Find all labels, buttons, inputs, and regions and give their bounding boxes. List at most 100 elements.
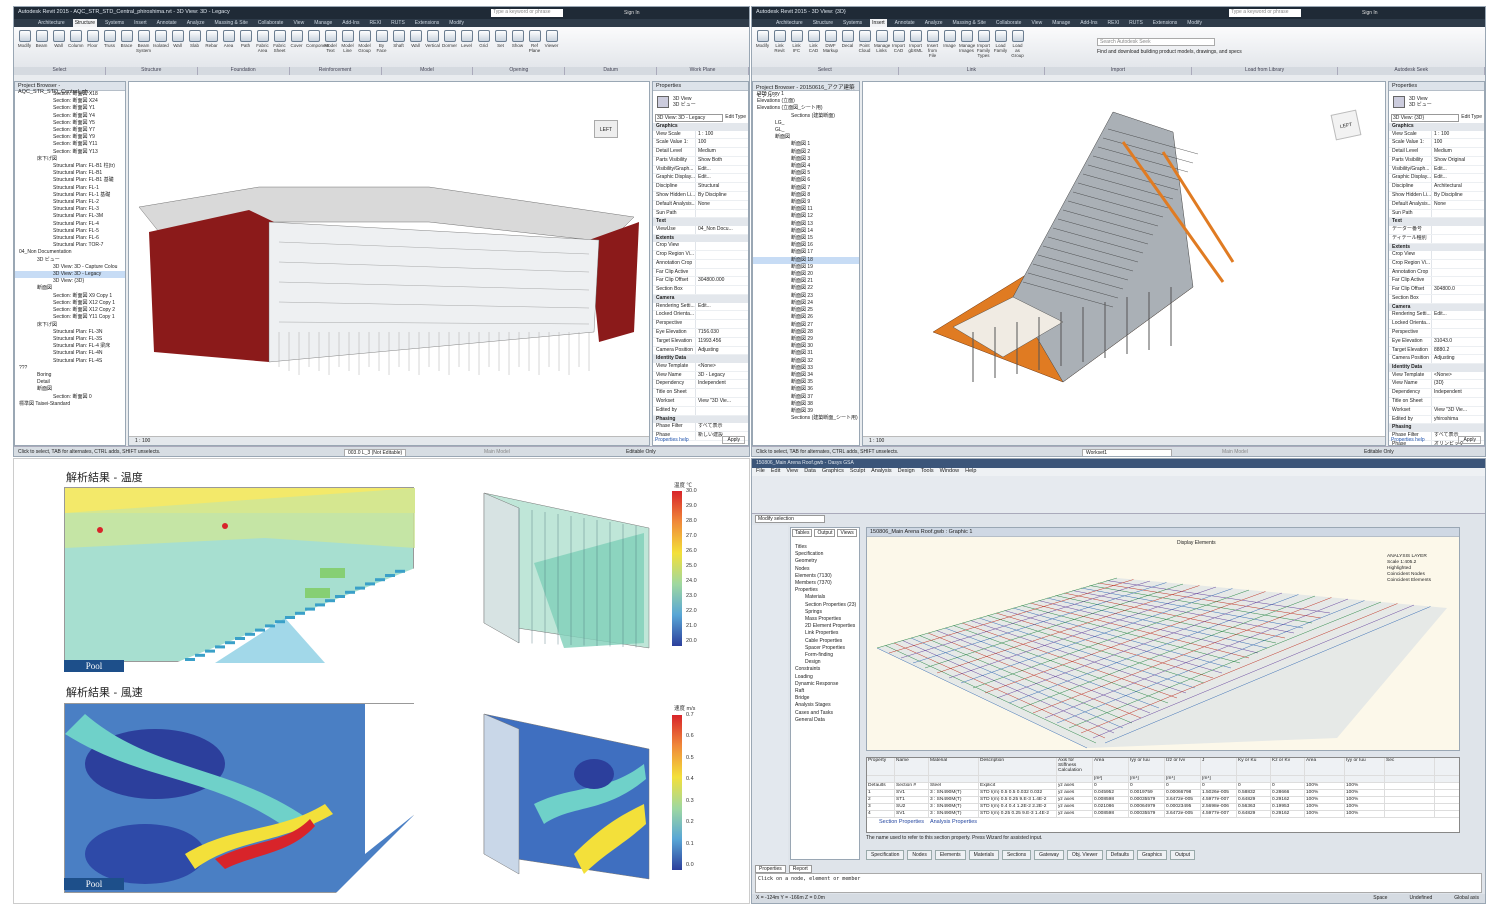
view-scale[interactable]: 1 : 100 xyxy=(869,438,884,444)
table-cell[interactable]: 100% xyxy=(1305,797,1345,803)
browser-item[interactable]: Structural Plan: FL-5 xyxy=(15,228,125,235)
gateway-button[interactable]: Sections xyxy=(1001,850,1032,860)
ribbon-tab[interactable]: Modify xyxy=(447,19,466,27)
property-row[interactable]: Target Elevation 8880.2 xyxy=(1389,346,1484,356)
browser-item[interactable]: Section: 断面図 Y5 xyxy=(15,120,125,127)
property-value[interactable]: None xyxy=(695,200,748,209)
property-value[interactable]: {3D} xyxy=(1431,380,1484,389)
property-row[interactable]: Far Clip Active xyxy=(1389,277,1484,287)
property-row[interactable]: Scale Value 1: 100 xyxy=(1389,139,1484,149)
table-header-cell[interactable]: Izz or Ivv xyxy=(1165,758,1201,775)
ribbon-tab[interactable]: REXI xyxy=(1106,19,1122,27)
view-canvas[interactable]: LEFT 1 : 100 xyxy=(862,81,1386,446)
navigator-item[interactable]: Loading xyxy=(791,674,859,681)
properties-section[interactable]: Phasing xyxy=(1389,424,1484,432)
navigator-item[interactable]: Form-finding xyxy=(791,652,859,659)
property-row[interactable]: Far Clip Offset 304800.0 xyxy=(1389,286,1484,296)
workset-selector[interactable]: Workset1 xyxy=(1082,449,1172,456)
property-value[interactable]: Edit... xyxy=(695,165,748,174)
table-cell[interactable]: STD I(m) 0.25 0.25 9.E-3 1.4E-2 xyxy=(979,811,1057,817)
gateway-button[interactable]: Materials xyxy=(968,850,999,860)
table-cell[interactable]: 3 : SN490M(T) xyxy=(929,804,979,810)
ribbon-tabs[interactable]: Architecture Structure Systems Insert Annota… xyxy=(752,19,1485,27)
table-cell[interactable] xyxy=(1385,797,1435,803)
browser-item[interactable]: 断面図 33 xyxy=(753,365,859,372)
property-value[interactable]: Edit... xyxy=(1431,311,1484,320)
browser-item[interactable]: 断面図 22 xyxy=(753,285,859,292)
property-value[interactable]: 1 : 100 xyxy=(695,130,748,139)
browser-item[interactable]: Sections (建築断面) xyxy=(753,113,859,120)
table-cell[interactable]: 0.021086 xyxy=(1093,804,1129,810)
navigator-item[interactable]: Materials xyxy=(791,594,859,601)
browser-item[interactable]: 断面図 32 xyxy=(753,358,859,365)
toolbar[interactable] xyxy=(752,476,1485,514)
properties-section[interactable]: Camera xyxy=(1389,303,1484,312)
property-row[interactable]: Crop Region Vi... xyxy=(1389,259,1484,269)
property-row[interactable]: View Template <None> xyxy=(1389,371,1484,381)
properties-help-link[interactable]: Properties help xyxy=(655,437,689,443)
menu-item[interactable]: Edit xyxy=(771,468,780,476)
navigator-tree[interactable]: Titles Specification Geometry Nodes Elements… xyxy=(791,538,859,724)
property-row[interactable]: Show Hidden Li... By Discipline xyxy=(653,192,748,201)
properties-grid[interactable]: Graphics View Scale 1 : 100 Scale Value 1: 1… xyxy=(653,123,748,441)
table-cell[interactable]: 3 xyxy=(867,804,895,810)
navigator-item[interactable]: Cases and Tasks xyxy=(791,710,859,717)
table-header-cell[interactable]: Property xyxy=(867,758,895,775)
properties-section[interactable]: Identity Data xyxy=(653,355,748,363)
ribbon-tab[interactable]: Insert xyxy=(132,19,149,27)
table-row[interactable]: Defaults Section # Steel Explicit yz axes 0 0 0… xyxy=(867,783,1459,790)
property-row[interactable]: Annotation Crop xyxy=(653,259,748,269)
property-value[interactable]: Edit... xyxy=(1431,174,1484,183)
ribbon-tab[interactable]: Collaborate xyxy=(256,19,286,27)
property-value[interactable]: 100 xyxy=(695,139,748,148)
browser-item[interactable]: 断面図 1 xyxy=(753,141,859,148)
property-value[interactable] xyxy=(1431,277,1484,286)
property-row[interactable]: Crop Region Vi... xyxy=(653,251,748,260)
property-value[interactable]: Independent xyxy=(695,380,748,389)
properties-section[interactable]: Identity Data xyxy=(1389,364,1484,372)
property-value[interactable]: View "3D Vie... xyxy=(695,398,748,406)
table-cell[interactable]: 0 xyxy=(1165,783,1201,789)
ribbon-tab[interactable]: Massing & Site xyxy=(213,19,250,27)
table-cell[interactable]: 3.6472e-005 xyxy=(1165,797,1201,803)
navigator-item[interactable]: Elements (7130) xyxy=(791,573,859,580)
sign-in-link[interactable]: Sign In xyxy=(624,10,640,16)
navigator-item[interactable]: Dynamic Response xyxy=(791,681,859,688)
property-value[interactable] xyxy=(1431,259,1484,268)
property-value[interactable]: 304800.0 xyxy=(1431,286,1484,295)
navigator-item[interactable]: Link Properties xyxy=(791,630,859,637)
property-value[interactable]: Adjusting xyxy=(695,346,748,355)
table-cell[interactable]: 0.00035579 xyxy=(1129,797,1165,803)
table-cell[interactable]: 0 xyxy=(1237,783,1271,789)
property-row[interactable]: ディテール種別 xyxy=(1389,234,1484,244)
properties-section[interactable]: Extents xyxy=(1389,243,1484,252)
ribbon-tab[interactable]: Annotate xyxy=(893,19,917,27)
property-row[interactable]: View Scale 1 : 100 xyxy=(1389,130,1484,140)
table-cell[interactable]: 100% xyxy=(1345,811,1385,817)
ribbon-tab[interactable]: RUTS xyxy=(389,19,407,27)
browser-item[interactable]: 3D View: 3D - Capture Colou xyxy=(15,264,125,271)
property-row[interactable]: Graphic Display... Edit... xyxy=(653,174,748,184)
table-header-cell[interactable]: Description xyxy=(979,758,1057,775)
browser-item[interactable]: 断面図 6 xyxy=(753,177,859,184)
table-cell[interactable]: 0 xyxy=(1271,783,1305,789)
ribbon-tabs[interactable]: Architecture Structure Systems Insert Annota… xyxy=(14,19,749,27)
browser-item[interactable]: Structural Plan: FL-B1 柱(tr) xyxy=(15,163,125,170)
property-value[interactable]: 04_Non Docu... xyxy=(695,225,748,234)
property-value[interactable]: By Discipline xyxy=(695,192,748,200)
property-row[interactable]: Detail Level Medium xyxy=(653,148,748,157)
browser-item[interactable]: Section: 断面図 Y13 xyxy=(15,149,125,156)
property-value[interactable] xyxy=(695,406,748,415)
browser-item[interactable]: Boring xyxy=(15,372,125,379)
ribbon-tab[interactable]: Architecture xyxy=(774,19,805,27)
property-row[interactable]: Camera Position Adjusting xyxy=(653,346,748,356)
property-row[interactable]: Crop View xyxy=(1389,251,1484,260)
table-cell[interactable]: yz axes xyxy=(1057,790,1093,796)
browser-item[interactable]: Structural Plan: FL-3M xyxy=(15,213,125,220)
browser-item[interactable]: 3D View: {3D} xyxy=(15,278,125,285)
table-cell[interactable]: 100% xyxy=(1345,797,1385,803)
properties-grid[interactable]: Graphics View Scale 1 : 100 Scale Value 1: 1… xyxy=(1389,123,1484,445)
view-cube[interactable]: LEFT xyxy=(594,120,618,138)
navigator-tab[interactable]: Output xyxy=(814,529,836,537)
table-row[interactable]: 4 SV1 3 : SN490M(T) STD I(m) 0.25 0.25 9.E-… xyxy=(867,811,1459,818)
